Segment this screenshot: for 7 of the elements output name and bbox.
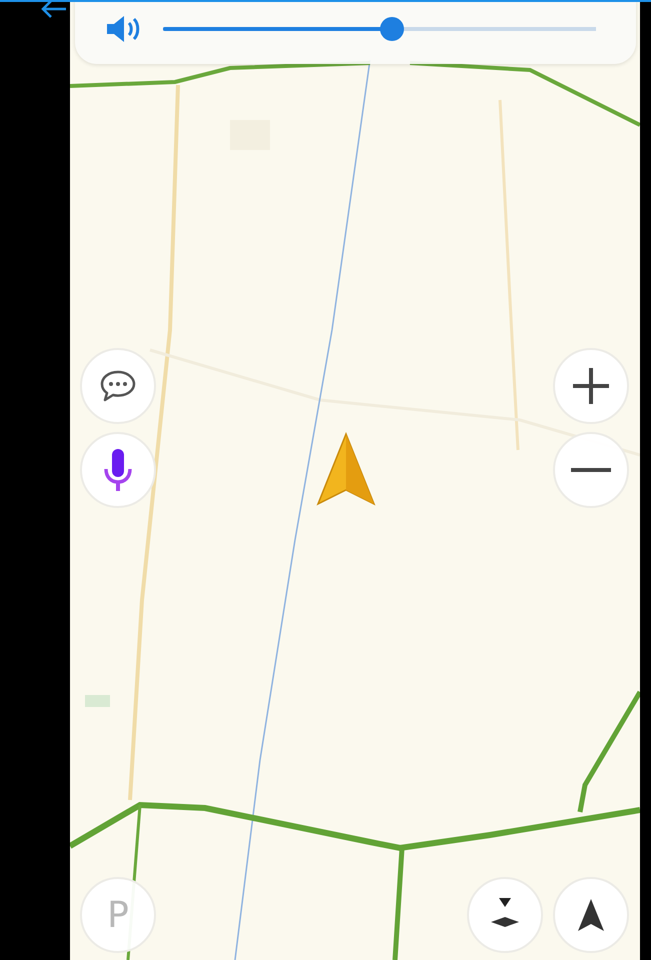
- chat-icon: [98, 368, 138, 404]
- location-marker-icon: [316, 432, 376, 508]
- navigation-arrow-icon: [577, 898, 605, 932]
- microphone-icon: [103, 447, 133, 493]
- volume-slider-thumb[interactable]: [380, 17, 404, 41]
- minus-icon: [571, 467, 611, 473]
- plus-icon: [571, 366, 611, 406]
